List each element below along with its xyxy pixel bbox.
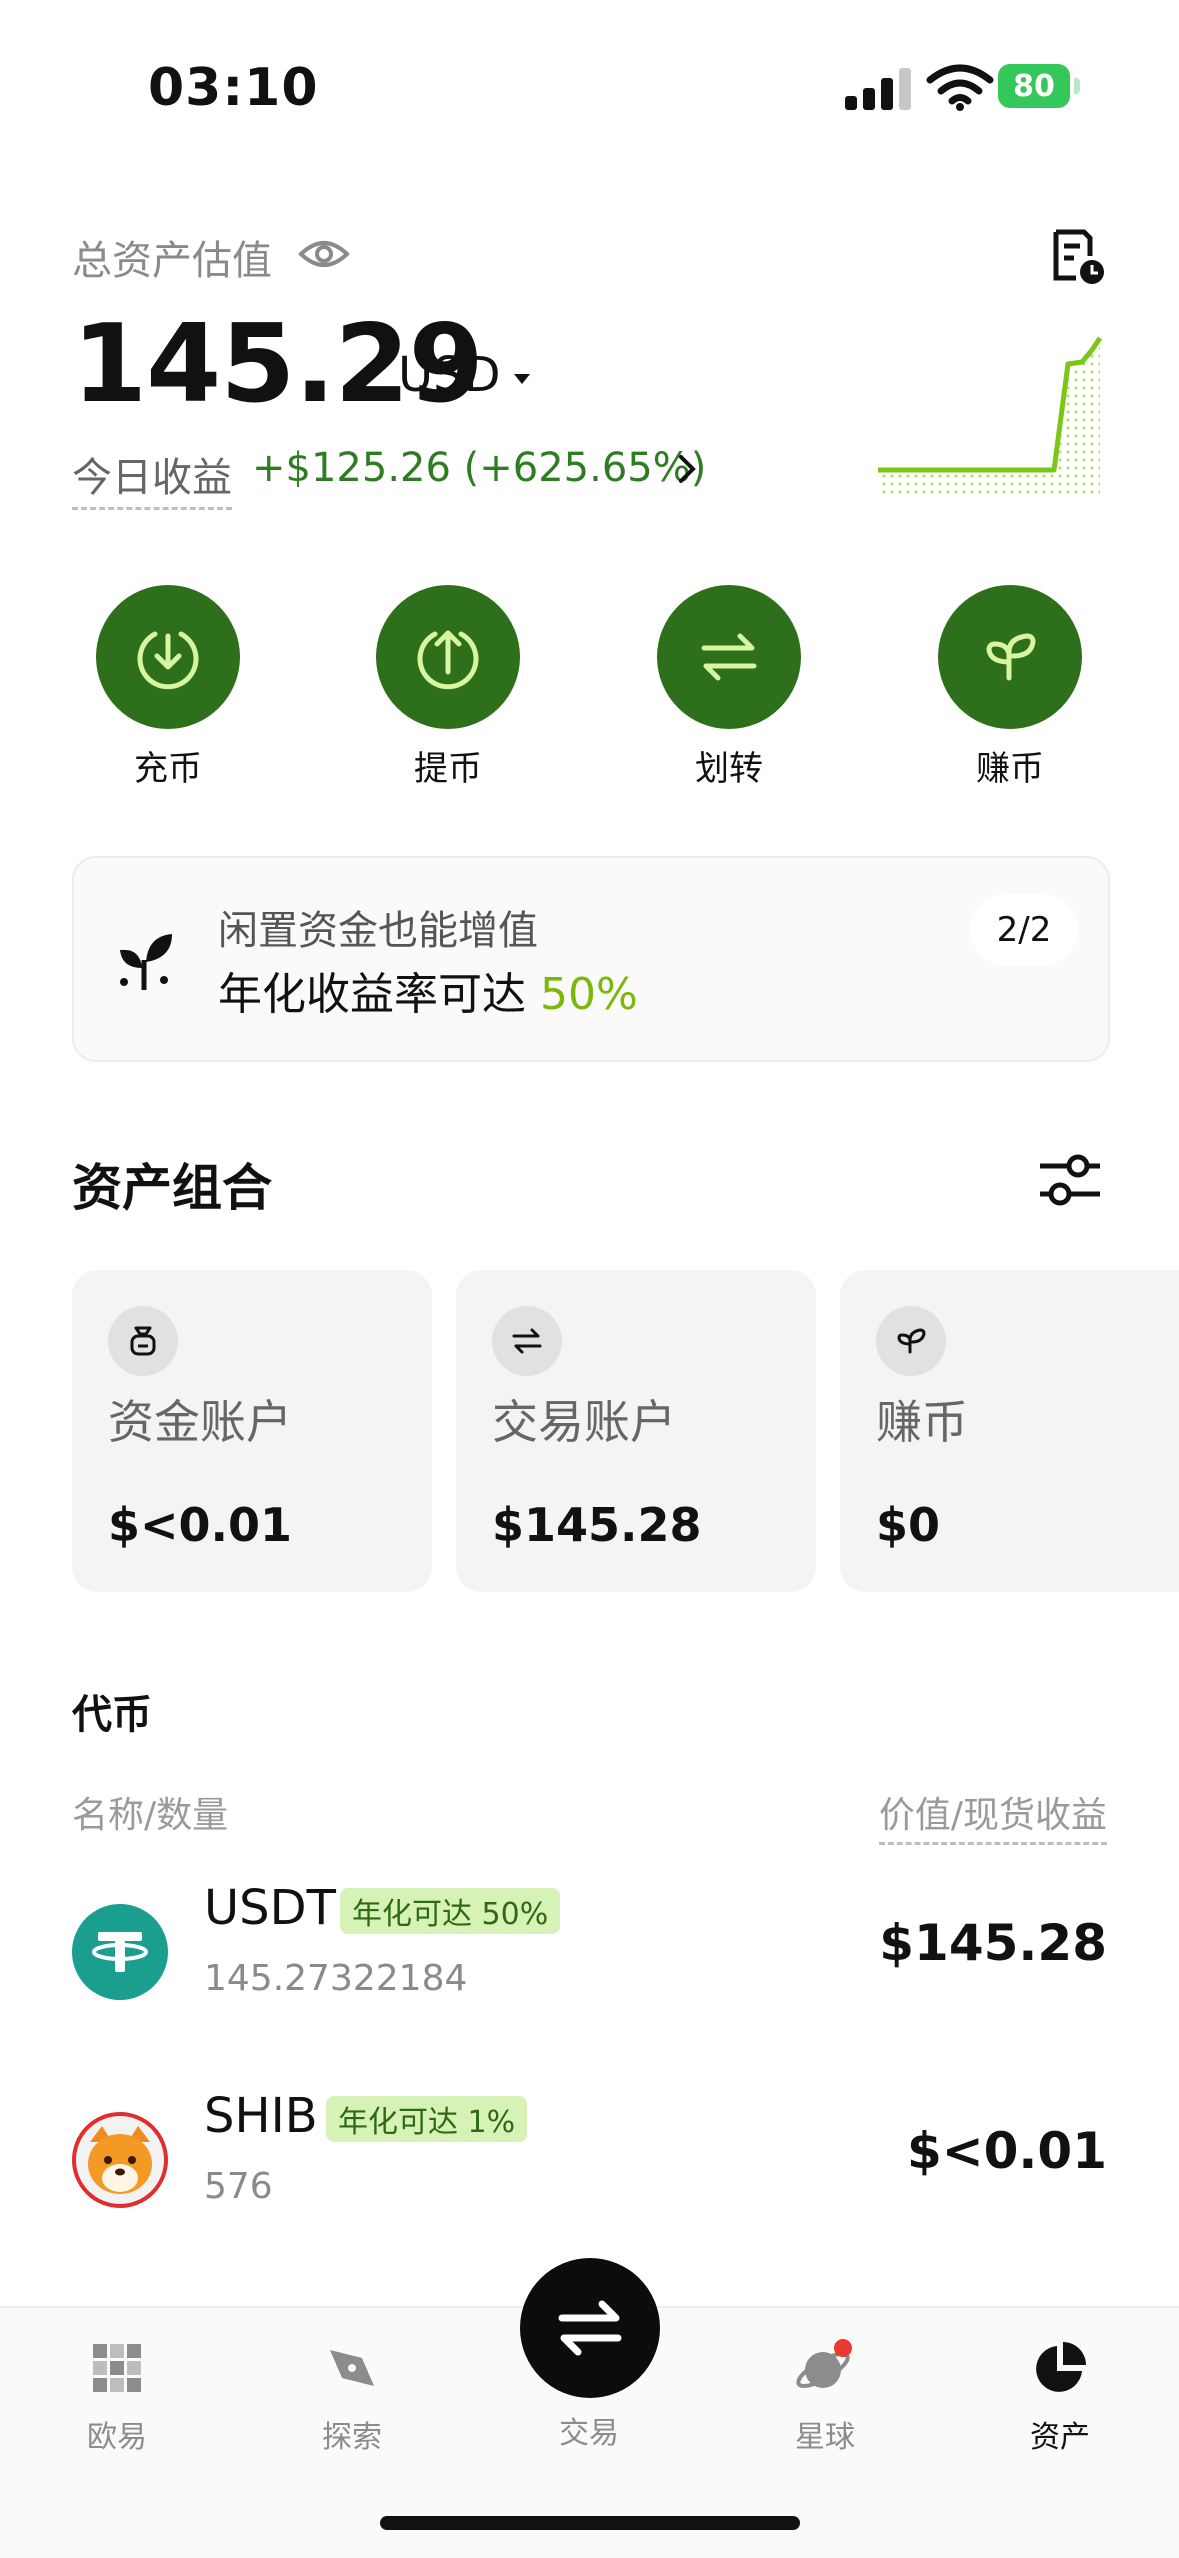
leaf-icon bbox=[876, 1306, 946, 1376]
shib-logo-icon bbox=[72, 2112, 168, 2208]
tab-label: 交易 bbox=[559, 2416, 619, 2451]
filter-sliders-icon[interactable] bbox=[1038, 1152, 1102, 1208]
promo-title: 闲置资金也能增值 bbox=[218, 908, 538, 954]
earn-button[interactable]: 赚币 bbox=[930, 585, 1090, 790]
tab-assets[interactable]: 资产 bbox=[970, 2338, 1150, 2456]
status-time: 03:10 bbox=[148, 58, 319, 118]
tab-label: 资产 bbox=[1030, 2420, 1090, 2455]
promo-banner[interactable]: 闲置资金也能增值 年化收益率可达 50% 2/2 bbox=[72, 856, 1110, 1062]
tab-planet[interactable]: 星球 bbox=[735, 2338, 915, 2456]
usdt-logo-icon bbox=[72, 1904, 168, 2000]
history-document-icon[interactable] bbox=[1050, 228, 1106, 286]
funding-account-value: $<0.01 bbox=[108, 1498, 293, 1552]
today-pnl-value[interactable]: +$125.26 (+625.65%) bbox=[252, 445, 706, 491]
apy-badge[interactable]: 年化可达 50% bbox=[340, 1888, 561, 1934]
token-row-shib[interactable]: SHIB 年化可达 1% 576 $<0.01 bbox=[0, 2088, 1179, 2278]
transfer-icon[interactable] bbox=[657, 585, 801, 729]
wifi-icon bbox=[926, 64, 994, 111]
promo-page-indicator: 2/2 bbox=[970, 894, 1078, 966]
column-header-value-pnl[interactable]: 价值/现货收益 bbox=[878, 1786, 1107, 1845]
total-assets-label: 总资产估值 bbox=[72, 238, 272, 284]
trade-fab-button[interactable] bbox=[520, 2258, 660, 2398]
trading-account-value: $145.28 bbox=[492, 1498, 702, 1552]
withdraw-button[interactable]: 提币 bbox=[368, 585, 528, 790]
withdraw-label: 提币 bbox=[414, 749, 482, 789]
earn-account-card[interactable]: 赚币 $0 bbox=[840, 1270, 1179, 1592]
token-value: $<0.01 bbox=[906, 2122, 1107, 2180]
sprout-icon bbox=[120, 934, 172, 990]
trade-icon bbox=[558, 2300, 622, 2356]
funding-account-name: 资金账户 bbox=[108, 1395, 292, 1449]
currency-selector[interactable]: USD bbox=[398, 347, 501, 403]
pie-chart-icon bbox=[1036, 2342, 1086, 2392]
tab-home[interactable]: 欧易 bbox=[27, 2338, 207, 2456]
tab-label: 星球 bbox=[795, 2420, 855, 2455]
tab-label: 欧易 bbox=[87, 2420, 147, 2455]
wallet-icon bbox=[108, 1306, 178, 1376]
earn-label: 赚币 bbox=[976, 749, 1044, 789]
transfer-label: 划转 bbox=[695, 749, 763, 789]
battery-tip bbox=[1074, 78, 1080, 94]
eye-icon[interactable] bbox=[298, 234, 350, 274]
column-header-name-qty: 名称/数量 bbox=[72, 1795, 229, 1836]
token-quantity: 576 bbox=[204, 2166, 273, 2207]
promo-subtitle: 年化收益率可达 50% bbox=[218, 958, 638, 1022]
deposit-label: 充币 bbox=[134, 749, 202, 789]
funding-account-card[interactable]: 资金账户 $<0.01 bbox=[72, 1270, 432, 1592]
battery-level: 80 bbox=[998, 64, 1070, 108]
earn-icon[interactable] bbox=[938, 585, 1082, 729]
home-indicator[interactable] bbox=[380, 2516, 800, 2530]
compass-icon bbox=[330, 2350, 374, 2386]
token-quantity: 145.27322184 bbox=[204, 1958, 468, 1999]
trading-account-name: 交易账户 bbox=[492, 1395, 676, 1449]
portfolio-title: 资产组合 bbox=[72, 1159, 272, 1217]
battery-indicator: 80 bbox=[998, 64, 1080, 108]
apy-badge[interactable]: 年化可达 1% bbox=[326, 2096, 528, 2142]
tab-explore[interactable]: 探索 bbox=[262, 2338, 442, 2456]
promo-highlight: 50% bbox=[540, 969, 638, 1020]
trading-account-card[interactable]: 交易账户 $145.28 bbox=[456, 1270, 816, 1592]
cellular-signal-icon bbox=[845, 68, 911, 110]
chevron-right-icon[interactable] bbox=[676, 452, 698, 486]
swap-icon bbox=[492, 1306, 562, 1376]
transfer-button[interactable]: 划转 bbox=[649, 585, 809, 790]
deposit-icon[interactable] bbox=[96, 585, 240, 729]
deposit-button[interactable]: 充币 bbox=[88, 585, 248, 790]
okx-logo-icon bbox=[93, 2344, 141, 2392]
caret-down-icon[interactable] bbox=[512, 372, 532, 386]
token-row-usdt[interactable]: USDT 年化可达 50% 145.27322184 $145.28 bbox=[0, 1880, 1179, 2070]
earn-account-value: $0 bbox=[876, 1498, 941, 1552]
withdraw-icon[interactable] bbox=[376, 585, 520, 729]
planet-icon bbox=[796, 2339, 852, 2389]
token-symbol: SHIB bbox=[204, 2088, 318, 2144]
asset-sparkline bbox=[878, 336, 1103, 497]
tokens-section-title: 代币 bbox=[72, 1692, 152, 1738]
today-pnl-label[interactable]: 今日收益 bbox=[72, 445, 232, 510]
tab-label: 探索 bbox=[322, 2420, 382, 2455]
earn-account-name: 赚币 bbox=[876, 1395, 968, 1449]
token-value: $145.28 bbox=[879, 1914, 1107, 1972]
token-symbol: USDT bbox=[204, 1880, 336, 1936]
promo-subtitle-text: 年化收益率可达 bbox=[218, 969, 526, 1020]
